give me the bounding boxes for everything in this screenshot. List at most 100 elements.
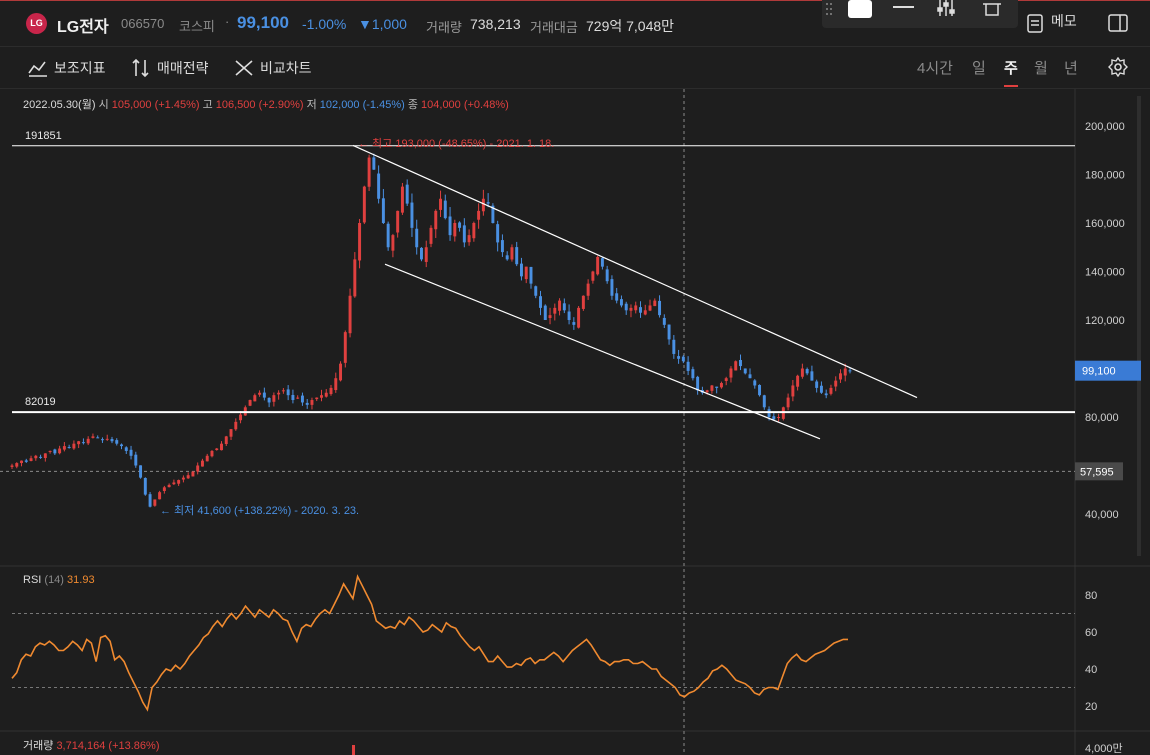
candle [162, 485, 166, 494]
drag-handle-icon[interactable] [826, 3, 832, 15]
candle-body [634, 305, 638, 311]
compare-icon[interactable] [234, 59, 254, 77]
period-tab-month[interactable]: 월 [1034, 57, 1048, 78]
candle [277, 390, 281, 400]
candle-body [729, 368, 733, 378]
candle-body [53, 449, 57, 454]
candle-body [629, 307, 633, 311]
candle [243, 405, 247, 416]
candle-body [67, 446, 71, 448]
price-axis-tick: 40,000 [1085, 509, 1119, 521]
candle [410, 193, 414, 237]
price-axis-tick: 200,000 [1085, 121, 1125, 133]
candle [505, 251, 509, 261]
period-tab-year[interactable]: 년 [1064, 57, 1078, 78]
candle [272, 392, 276, 407]
candle [53, 448, 57, 456]
candle-body [200, 460, 204, 467]
candle-body [343, 332, 347, 363]
candle [610, 275, 614, 300]
strategy-button[interactable]: 매매전략 [157, 58, 209, 78]
candle-body [496, 224, 500, 243]
candle-body [20, 460, 23, 464]
candle [681, 355, 685, 364]
candle-body [272, 395, 276, 402]
candle [196, 462, 200, 475]
candle-body [358, 223, 362, 261]
candle [320, 389, 323, 402]
candle [500, 234, 504, 257]
indicator-icon[interactable] [28, 59, 48, 77]
candle [739, 354, 742, 371]
candle [743, 368, 747, 375]
candle-body [543, 305, 547, 320]
candle [67, 444, 71, 449]
candle-body [791, 385, 795, 397]
color-swatch-icon[interactable] [848, 0, 872, 18]
candle [467, 229, 471, 246]
stock-name[interactable]: LG전자 [57, 13, 109, 37]
candle-body [691, 369, 695, 379]
candle-body [258, 392, 262, 395]
candle [629, 304, 633, 318]
candle-body [372, 157, 376, 170]
candle-body [715, 386, 719, 388]
candle [381, 189, 385, 225]
candle-body [605, 269, 609, 282]
candle [686, 356, 690, 376]
candle-body [724, 378, 728, 382]
candle-body [348, 295, 352, 334]
price-axis-tick: 180,000 [1085, 170, 1125, 182]
candle [367, 154, 371, 192]
candle-body [210, 450, 214, 457]
info-open-label: 시 [98, 99, 109, 111]
candle-body [410, 202, 414, 228]
candle [386, 221, 390, 251]
candle [762, 394, 766, 410]
candle-body [810, 371, 814, 381]
candle-body [486, 202, 490, 204]
candle-body [162, 487, 166, 492]
candle [658, 295, 662, 318]
candle-body [519, 263, 523, 277]
trash-icon[interactable] [983, 3, 1001, 16]
strategy-icon[interactable] [131, 58, 151, 78]
candle [339, 361, 343, 382]
candle [400, 182, 404, 215]
settings-sliders-icon[interactable] [937, 0, 955, 16]
candle [186, 472, 190, 479]
memo-button[interactable]: 메모 [1051, 11, 1077, 31]
candle [719, 381, 723, 389]
candle [781, 406, 785, 421]
candle [767, 406, 771, 421]
candle [358, 218, 362, 269]
candle-body [72, 443, 76, 449]
indicator-button[interactable]: 보조지표 [54, 58, 106, 78]
candle-body [491, 205, 495, 223]
price-axis-tick: 120,000 [1085, 315, 1125, 327]
candle [172, 479, 176, 485]
candle [829, 384, 833, 396]
info-date: 2022.05.30(월) [23, 99, 96, 111]
candle-body [39, 456, 43, 458]
candle-body [443, 200, 447, 219]
candle-body [96, 437, 100, 439]
period-tab-week[interactable]: 주 [1004, 57, 1018, 87]
period-tab-4hour[interactable]: 4시간 [917, 57, 953, 78]
channel-lower-line [384, 263, 821, 440]
panel-toggle-icon[interactable] [1108, 14, 1128, 32]
info-open: 105,000 (+1.45%) [111, 99, 200, 111]
period-tab-day[interactable]: 일 [972, 57, 986, 78]
candle-body [10, 465, 14, 467]
candle-body [396, 210, 400, 233]
compare-button[interactable]: 비교차트 [260, 58, 312, 78]
memo-icon[interactable] [1026, 13, 1044, 33]
candle [229, 429, 233, 440]
settings-gear-icon[interactable] [1108, 57, 1128, 77]
candle-body [429, 227, 433, 244]
rsi-value: 31.93 [67, 574, 95, 586]
candle [129, 445, 133, 460]
candle [591, 270, 595, 284]
chart-area[interactable]: 191851 82019 ← 최고 193,000 (-48.65%) - 2021… [0, 0, 1150, 755]
candle [48, 450, 52, 454]
